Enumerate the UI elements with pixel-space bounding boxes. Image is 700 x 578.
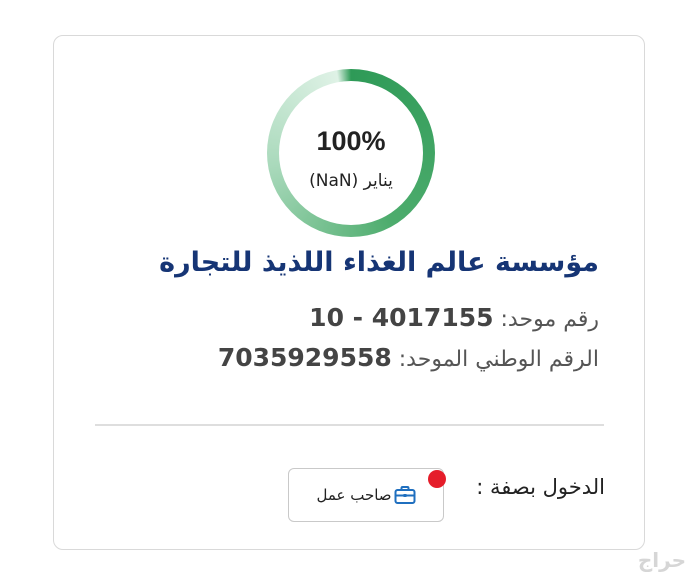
national-number-row: الرقم الوطني الموحد: 7035929558 — [218, 343, 599, 372]
progress-ring: 100% يناير (NaN) — [267, 69, 435, 237]
role-employer-label: صاحب عمل — [316, 486, 392, 504]
progress-percent: 100% — [316, 126, 386, 156]
notification-dot — [428, 470, 446, 488]
company-name: مؤسسة عالم الغذاء اللذيذ للتجارة — [159, 247, 599, 278]
national-number-value: 7035929558 — [217, 343, 392, 372]
role-employer-button[interactable]: صاحب عمل — [288, 468, 444, 522]
watermark: حراج — [637, 548, 686, 572]
national-number-label: الرقم الوطني الموحد: — [398, 347, 599, 372]
login-as-label: الدخول بصفة : — [476, 475, 605, 499]
divider — [95, 424, 604, 426]
briefcase-icon — [394, 485, 416, 505]
unified-number-label: رقم موحد: — [500, 307, 599, 332]
unified-number-value: 10 - 4017155 — [309, 303, 494, 332]
unified-number-row: رقم موحد: 10 - 4017155 — [309, 303, 599, 332]
progress-ring-center: 100% يناير (NaN) — [279, 81, 423, 225]
progress-month: يناير (NaN) — [309, 171, 393, 191]
